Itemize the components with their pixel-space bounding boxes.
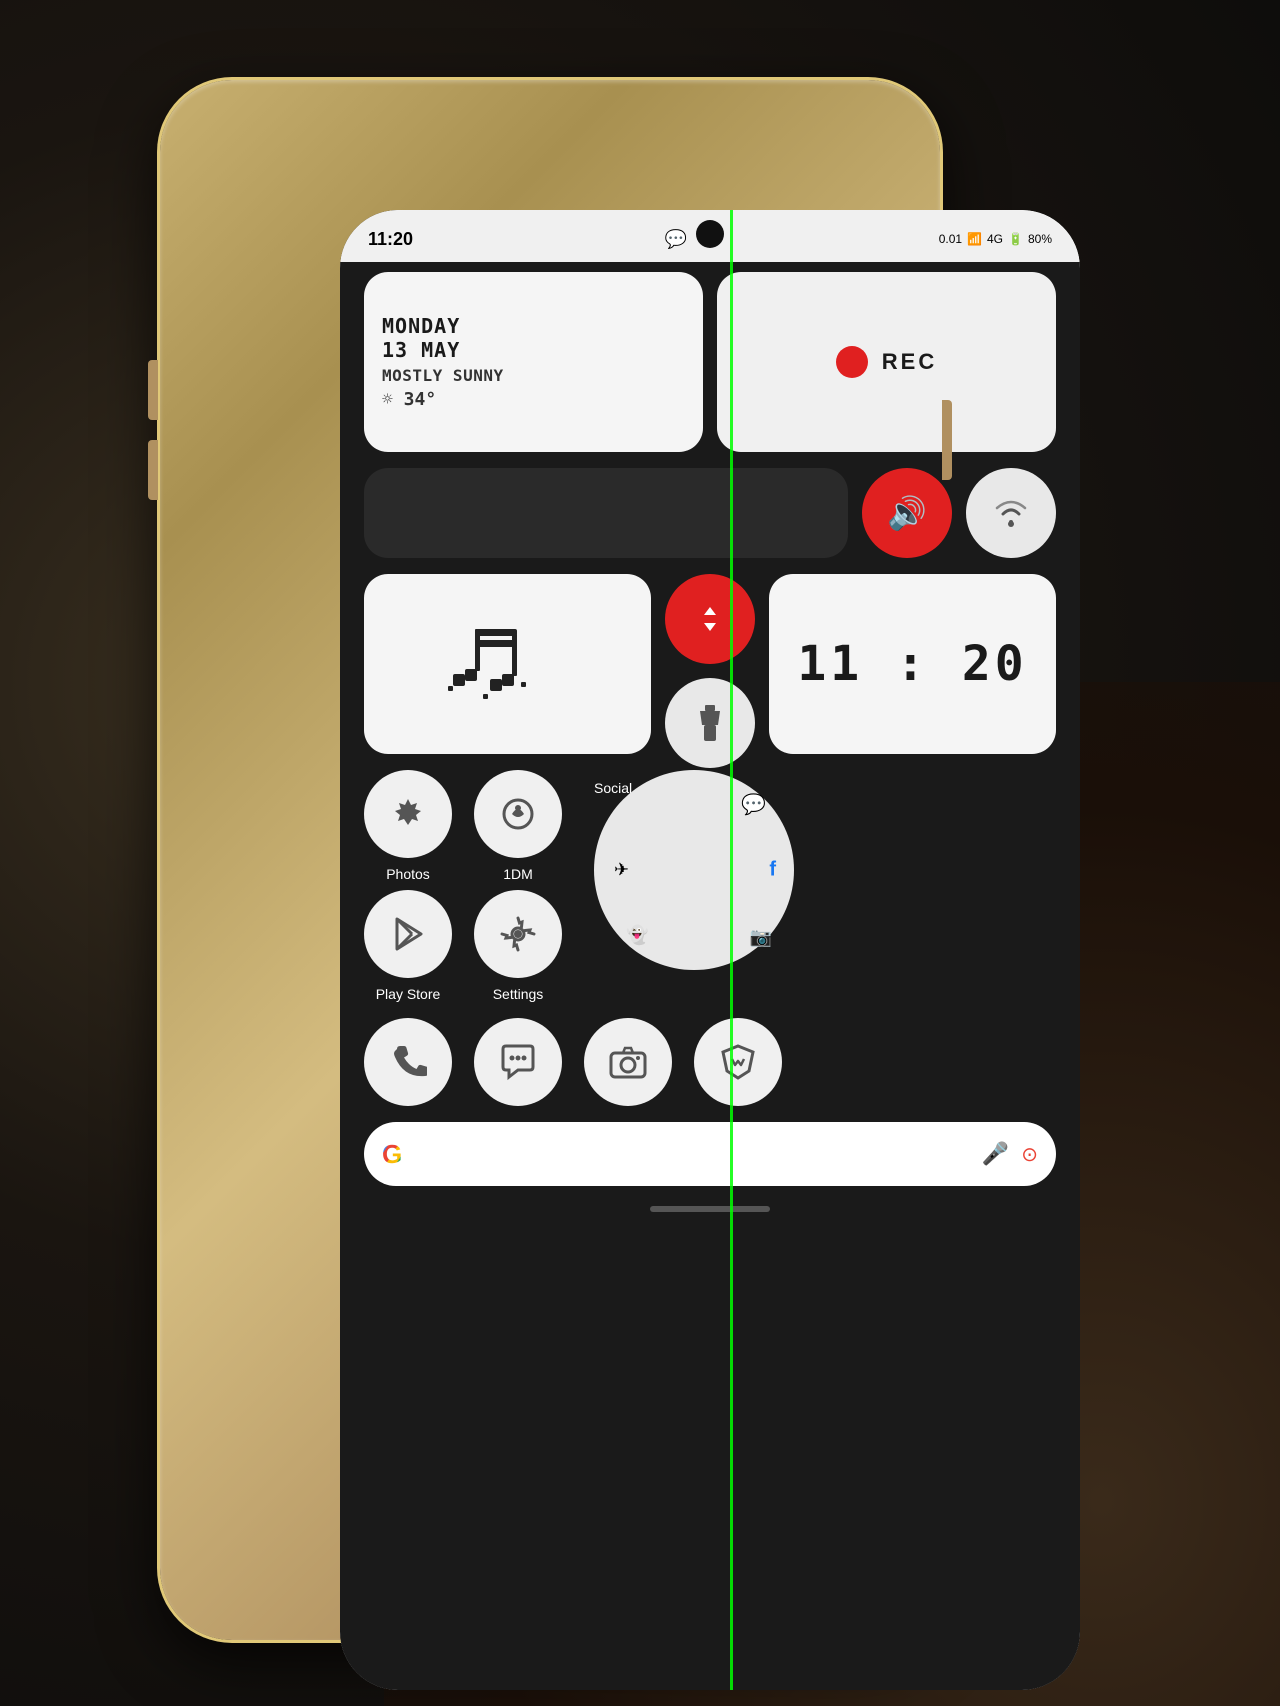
music-widget[interactable] — [364, 574, 651, 754]
power-button[interactable] — [942, 400, 952, 480]
status-time: 11:20 — [368, 229, 413, 250]
rec-label: REC — [882, 349, 937, 375]
whatsapp-icon[interactable]: 💬 — [741, 792, 766, 817]
widget-row-1: MONDAY 13 MAY MOSTLY SUNNY ☼ 34° REC — [364, 272, 1056, 452]
messages-dock-icon[interactable] — [474, 1018, 562, 1106]
play-store-label: Play Store — [376, 986, 441, 1002]
weather-widget[interactable]: MONDAY 13 MAY MOSTLY SUNNY ☼ 34° — [364, 272, 703, 452]
play-store-icon[interactable] — [364, 890, 452, 978]
weather-date: 13 MAY — [382, 338, 685, 362]
bottom-dock — [364, 1018, 1056, 1106]
rec-dot — [836, 346, 868, 378]
instagram-icon[interactable]: 📷 — [750, 927, 772, 948]
data-toggle-button[interactable] — [665, 574, 755, 664]
1dm-label: 1DM — [503, 866, 533, 882]
battery-icon: 🔋 — [1008, 232, 1023, 246]
google-g-icon: G — [382, 1139, 402, 1170]
rec-widget[interactable]: REC — [717, 272, 1056, 452]
data-toggle-icon — [692, 601, 728, 637]
home-screen: MONDAY 13 MAY MOSTLY SUNNY ☼ 34° REC — [340, 262, 1080, 1690]
phone-shell: 11:20 💬 0.01 📶 4G 🔋 80% — [160, 80, 940, 1640]
torch-icon — [696, 705, 724, 741]
settings-icon[interactable] — [474, 890, 562, 978]
telegram-icon[interactable]: ✈ — [614, 860, 629, 881]
volume-down-button[interactable] — [148, 440, 158, 500]
app-icons-row: Photos 1DM — [364, 770, 1056, 882]
brave-svg-icon — [719, 1043, 757, 1081]
weather-day: MONDAY — [382, 314, 685, 338]
widget-row-2: 11 : 20 — [364, 574, 1056, 754]
settings-svg-icon — [499, 915, 537, 953]
1dm-icon[interactable] — [474, 770, 562, 858]
phone-dock-icon[interactable] — [364, 1018, 452, 1106]
messages-svg-icon — [499, 1043, 537, 1081]
phone-screen: 11:20 💬 0.01 📶 4G 🔋 80% — [340, 210, 1080, 1690]
whatsapp-status-icon: 💬 — [665, 229, 687, 250]
network-type: 4G — [987, 232, 1003, 246]
photos-icon[interactable] — [364, 770, 452, 858]
navigation-bar — [650, 1206, 770, 1212]
1dm-svg-icon — [498, 794, 538, 834]
photos-label: Photos — [386, 866, 430, 882]
snapchat-icon[interactable]: 👻 — [626, 925, 648, 946]
play-store-svg-icon — [389, 915, 427, 953]
sound-icon: 🔊 — [887, 494, 927, 532]
torch-button[interactable] — [665, 678, 755, 768]
facebook-icon[interactable]: f — [769, 859, 776, 882]
1dm-app-item[interactable]: 1DM — [474, 770, 562, 882]
control-row-1: 🔊 — [364, 468, 1056, 558]
brave-dock-icon[interactable] — [694, 1018, 782, 1106]
screen-content: 11:20 💬 0.01 📶 4G 🔋 80% — [340, 210, 1080, 1690]
wifi-button[interactable] — [966, 468, 1056, 558]
photos-app-item[interactable]: Photos — [364, 770, 452, 882]
data-button-column — [665, 574, 755, 754]
clock-widget[interactable]: 11 : 20 — [769, 574, 1056, 754]
music-note-pixel — [448, 614, 568, 714]
weather-description: MOSTLY SUNNY — [382, 366, 685, 385]
status-icons: 0.01 📶 4G 🔋 80% — [939, 232, 1052, 246]
google-mic-icon[interactable]: 🎤 — [982, 1141, 1009, 1167]
scene: 11:20 💬 0.01 📶 4G 🔋 80% — [0, 0, 1280, 1706]
social-center-circle[interactable]: 💬 ✈ f 👻 📷 — [594, 770, 794, 970]
signal-info: 0.01 — [939, 232, 962, 246]
camera-notch — [696, 220, 724, 248]
social-label: Social — [594, 780, 632, 796]
google-lens-icon[interactable]: ⊙ — [1021, 1142, 1038, 1167]
wifi-icon — [993, 498, 1029, 528]
weather-temp: ☼ 34° — [382, 389, 685, 410]
volume-up-button[interactable] — [148, 360, 158, 420]
camera-dock-icon[interactable] — [584, 1018, 672, 1106]
play-store-app-item[interactable]: Play Store — [364, 890, 452, 1002]
clock-display: 11 : 20 — [797, 636, 1027, 692]
photos-svg-icon — [388, 794, 428, 834]
signal-bars-icon: 📶 — [967, 232, 982, 246]
camera-svg-icon — [609, 1043, 647, 1081]
battery-percent: 80% — [1028, 232, 1052, 246]
settings-label: Settings — [493, 986, 544, 1002]
social-cluster[interactable]: 💬 ✈ f 👻 📷 Social — [594, 770, 632, 796]
phone-svg-icon — [389, 1043, 427, 1081]
search-bar[interactable]: G 🎤 ⊙ — [364, 1122, 1056, 1186]
sound-button[interactable]: 🔊 — [862, 468, 952, 558]
settings-app-item[interactable]: Settings — [474, 890, 562, 1002]
